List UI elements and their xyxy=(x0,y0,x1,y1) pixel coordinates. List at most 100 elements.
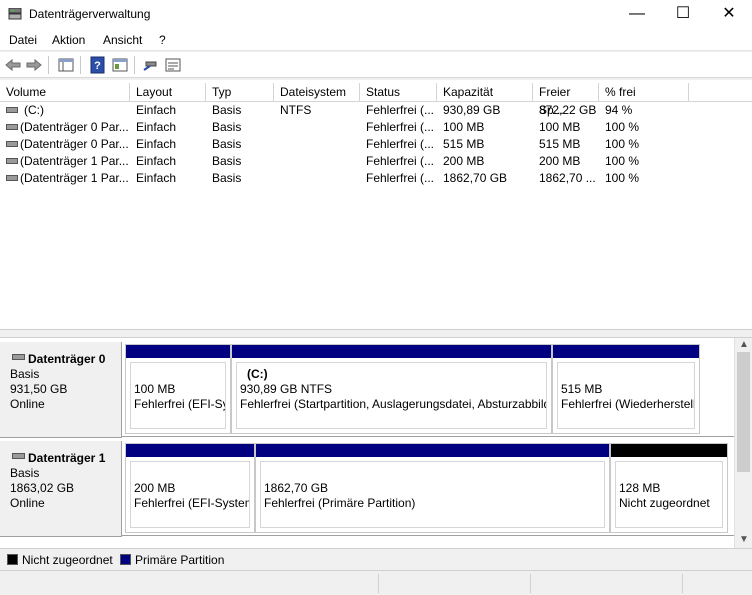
disk-type: Basis xyxy=(10,466,40,480)
volume-name: (Datenträger 0 Par... xyxy=(20,120,128,134)
volume-free-space: 872,22 GB xyxy=(539,103,597,117)
volume-name: (Datenträger 0 Par... xyxy=(20,137,128,151)
toolbar-separator xyxy=(80,56,81,74)
volume-free-space: 515 MB xyxy=(539,137,581,151)
column-header-free-space[interactable]: Freier Sp... xyxy=(533,83,599,117)
partition-size: 1862,70 GB xyxy=(264,481,329,495)
menu-datei[interactable]: Datei xyxy=(9,33,37,47)
volume-free-space: 200 MB xyxy=(539,154,581,168)
partition-color-bar xyxy=(256,444,609,457)
column-header-layout[interactable]: Layout xyxy=(130,83,206,101)
volume-percent-free: 94 % xyxy=(605,103,633,117)
partition-status: Nicht zugeordnet xyxy=(619,496,710,510)
volume-row[interactable]: (Datenträger 0 Par... Einfach Basis Fehl… xyxy=(0,119,752,136)
window-title: Datenträgerverwaltung xyxy=(29,7,151,21)
partition-status: Fehlerfrei (Primäre Partition) xyxy=(264,496,416,510)
partition-primary[interactable]: 1862,70 GB Fehlerfrei (Primäre Partition… xyxy=(255,443,610,533)
back-icon[interactable] xyxy=(4,56,22,74)
volume-name: (C:) xyxy=(24,103,44,117)
column-header-filesystem[interactable]: Dateisystem xyxy=(274,83,360,101)
disk-map-scrollbar[interactable]: ▲ ▼ xyxy=(734,338,752,548)
partition-status: Fehlerfrei (Wiederherstellungspartition) xyxy=(561,397,694,411)
column-header-status[interactable]: Status xyxy=(360,83,437,101)
volume-type: Basis xyxy=(212,137,242,151)
partition-c[interactable]: (C:) 930,89 GB NTFS Fehlerfrei (Startpar… xyxy=(231,344,552,434)
scroll-thumb[interactable] xyxy=(737,352,750,472)
partition-unallocated[interactable]: 128 MB Nicht zugeordnet xyxy=(610,443,728,533)
pane-splitter[interactable] xyxy=(0,330,752,338)
volume-row[interactable]: (C:) Einfach Basis NTFS Fehlerfrei (... … xyxy=(0,102,752,119)
volume-status: Fehlerfrei (... xyxy=(366,171,435,185)
disk-row-divider xyxy=(122,535,734,536)
volume-layout: Einfach xyxy=(136,154,177,168)
disk-name: Datenträger 1 xyxy=(28,451,106,465)
column-header-percent-free[interactable]: % frei xyxy=(599,83,689,101)
partition-efi[interactable]: 200 MB Fehlerfrei (EFI-Systempartition) xyxy=(125,443,255,533)
volume-icon xyxy=(6,175,18,181)
disk-state: Online xyxy=(10,397,45,411)
partition-recovery[interactable]: 515 MB Fehlerfrei (Wiederherstellungspar… xyxy=(552,344,700,434)
partition-body: (C:) 930,89 GB NTFS Fehlerfrei (Startpar… xyxy=(236,362,547,429)
close-button[interactable]: ✕ xyxy=(706,0,752,29)
menu-bar: Datei Aktion Ansicht ? xyxy=(0,29,752,51)
volume-icon xyxy=(6,107,18,113)
console-tree-icon[interactable] xyxy=(57,56,75,74)
volume-filesystem xyxy=(280,170,358,187)
status-segment xyxy=(530,574,531,593)
svg-text:?: ? xyxy=(94,60,101,72)
partition-status: Fehlerfrei (EFI-Systempartition) xyxy=(134,397,225,411)
volume-type: Basis xyxy=(212,120,242,134)
volume-filesystem xyxy=(280,136,358,153)
menu-ansicht[interactable]: Ansicht xyxy=(103,33,142,47)
partition-color-bar xyxy=(232,345,551,358)
help-icon[interactable]: ? xyxy=(89,56,107,74)
volume-filesystem: NTFS xyxy=(280,103,312,117)
disk-label-1[interactable]: Datenträger 1 Basis 1863,02 GB Online xyxy=(0,441,122,537)
volume-name: (Datenträger 1 Par... xyxy=(20,154,128,168)
scroll-up-icon[interactable]: ▲ xyxy=(739,339,749,350)
partition-size: 515 MB xyxy=(561,382,603,396)
volume-row[interactable]: (Datenträger 1 Par... Einfach Basis Fehl… xyxy=(0,153,752,170)
forward-icon[interactable] xyxy=(25,56,43,74)
volume-layout: Einfach xyxy=(136,137,177,151)
column-header-volume[interactable]: Volume xyxy=(0,83,130,101)
legend-label-unallocated: Nicht zugeordnet xyxy=(22,553,113,567)
connect-icon[interactable] xyxy=(142,56,160,74)
properties-icon[interactable] xyxy=(111,56,129,74)
partition-body: 515 MB Fehlerfrei (Wiederherstellungspar… xyxy=(557,362,695,429)
volume-row[interactable]: (Datenträger 0 Par... Einfach Basis Fehl… xyxy=(0,136,752,153)
minimize-button[interactable]: — xyxy=(614,0,660,29)
volume-icon xyxy=(6,158,18,164)
status-bar xyxy=(0,570,752,595)
volume-type: Basis xyxy=(212,103,242,117)
disk-label-0[interactable]: Datenträger 0 Basis 931,50 GB Online xyxy=(0,342,122,438)
toolbar: ? xyxy=(0,52,752,78)
volume-free-space: 1862,70 ... xyxy=(539,171,596,185)
menu-help[interactable]: ? xyxy=(159,33,166,47)
toolbar-separator xyxy=(48,56,49,74)
partition-efi[interactable]: 100 MB Fehlerfrei (EFI-Systempartition) xyxy=(125,344,231,434)
volume-status: Fehlerfrei (... xyxy=(366,154,435,168)
volume-capacity: 200 MB xyxy=(443,154,485,168)
partition-label: (C:) xyxy=(247,367,268,381)
column-header-type[interactable]: Typ xyxy=(206,83,274,101)
volume-capacity: 1862,70 GB xyxy=(443,171,508,185)
volume-type: Basis xyxy=(212,171,242,185)
disk-name: Datenträger 0 xyxy=(28,352,106,366)
disk-map: Datenträger 0 Basis 931,50 GB Online 100… xyxy=(0,338,734,548)
partition-status: Fehlerfrei (EFI-Systempartition) xyxy=(134,496,249,510)
menu-aktion[interactable]: Aktion xyxy=(52,33,85,47)
status-segment xyxy=(682,574,683,593)
partition-body: 200 MB Fehlerfrei (EFI-Systempartition) xyxy=(130,461,250,528)
rescan-icon[interactable] xyxy=(164,56,182,74)
maximize-button[interactable]: ☐ xyxy=(660,0,706,29)
disk-icon xyxy=(12,354,25,360)
partition-body: 100 MB Fehlerfrei (EFI-Systempartition) xyxy=(130,362,226,429)
disk-icon xyxy=(12,453,25,459)
disk-state: Online xyxy=(10,496,45,510)
scroll-down-icon[interactable]: ▼ xyxy=(739,534,749,545)
legend-label-primary: Primäre Partition xyxy=(135,553,225,567)
volume-row[interactable]: (Datenträger 1 Par... Einfach Basis Fehl… xyxy=(0,170,752,187)
volume-capacity: 100 MB xyxy=(443,120,485,134)
column-header-capacity[interactable]: Kapazität xyxy=(437,83,533,101)
